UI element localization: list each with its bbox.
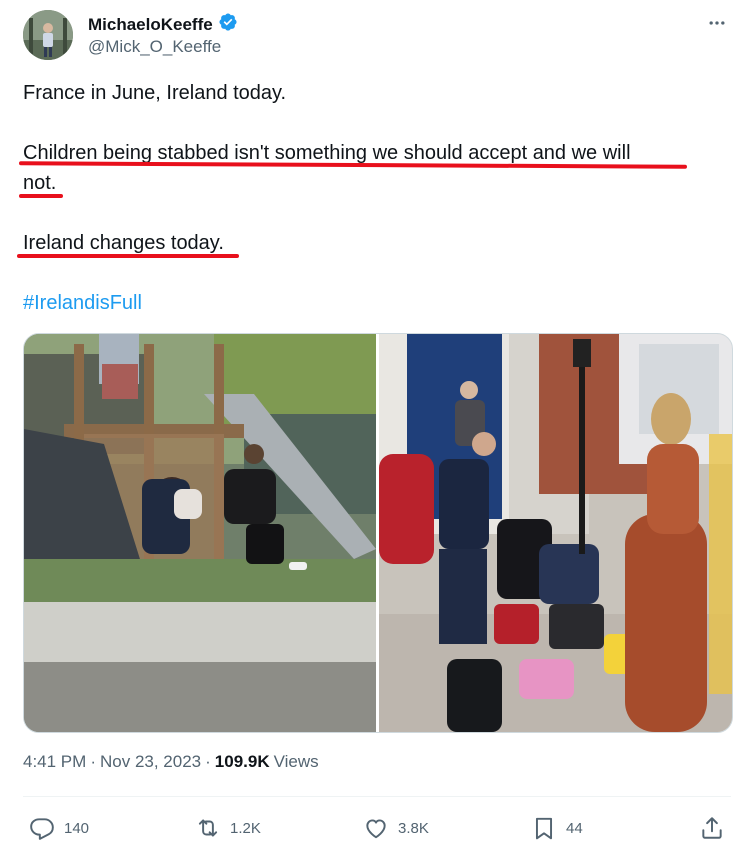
action-bar: 140 1.2K 3.8K 44 <box>23 808 731 848</box>
share-button[interactable] <box>699 808 725 848</box>
reply-button[interactable]: 140 <box>29 808 89 848</box>
views-count: 109.9K <box>214 752 270 771</box>
bookmark-button[interactable]: 44 <box>531 808 583 848</box>
playground-photo <box>24 334 376 732</box>
avatar-photo <box>23 10 73 60</box>
like-count: 3.8K <box>398 819 429 837</box>
red-underline-2 <box>19 194 63 198</box>
tweet-date[interactable]: Nov 23, 2023 <box>100 752 201 772</box>
like-button[interactable]: 3.8K <box>363 808 429 848</box>
bookmark-count: 44 <box>566 819 583 837</box>
meta-separator-1: · <box>90 752 96 771</box>
avatar[interactable] <box>23 10 73 60</box>
divider <box>23 796 731 797</box>
bookmark-icon <box>535 817 553 840</box>
display-name[interactable]: MichaeloKeeffe <box>88 15 213 35</box>
tweet-card: MichaeloKeeffe @Mick_O_Keeffe France in … <box>0 0 750 855</box>
share-icon <box>702 817 722 839</box>
views-label: Views <box>273 752 319 771</box>
media-image-1[interactable] <box>24 334 376 732</box>
red-underline-3 <box>17 254 239 258</box>
retweet-button[interactable]: 1.2K <box>195 808 261 848</box>
more-options-button[interactable] <box>706 12 728 34</box>
retweet-icon <box>198 819 218 837</box>
author-handle[interactable]: @Mick_O_Keeffe <box>88 37 221 57</box>
tweet-meta: 4:41 PM · Nov 23, 2023 · 109.9K Views <box>23 752 319 772</box>
meta-separator-2: · <box>205 752 211 771</box>
more-dots-icon <box>709 21 725 25</box>
author-name-row[interactable]: MichaeloKeeffe <box>88 12 238 37</box>
media-image-2[interactable] <box>379 334 732 732</box>
street-scene-photo <box>379 334 732 732</box>
tweet-time[interactable]: 4:41 PM <box>23 752 86 772</box>
reply-count: 140 <box>64 819 90 837</box>
verified-badge-icon <box>218 12 238 37</box>
reply-icon <box>30 818 54 840</box>
tweet-media[interactable] <box>23 333 733 733</box>
tweet-text-line-1: France in June, Ireland today. <box>23 82 287 104</box>
retweet-count: 1.2K <box>230 819 261 837</box>
heart-icon <box>366 819 386 839</box>
hashtag-link[interactable]: #IrelandisFull <box>23 288 142 318</box>
